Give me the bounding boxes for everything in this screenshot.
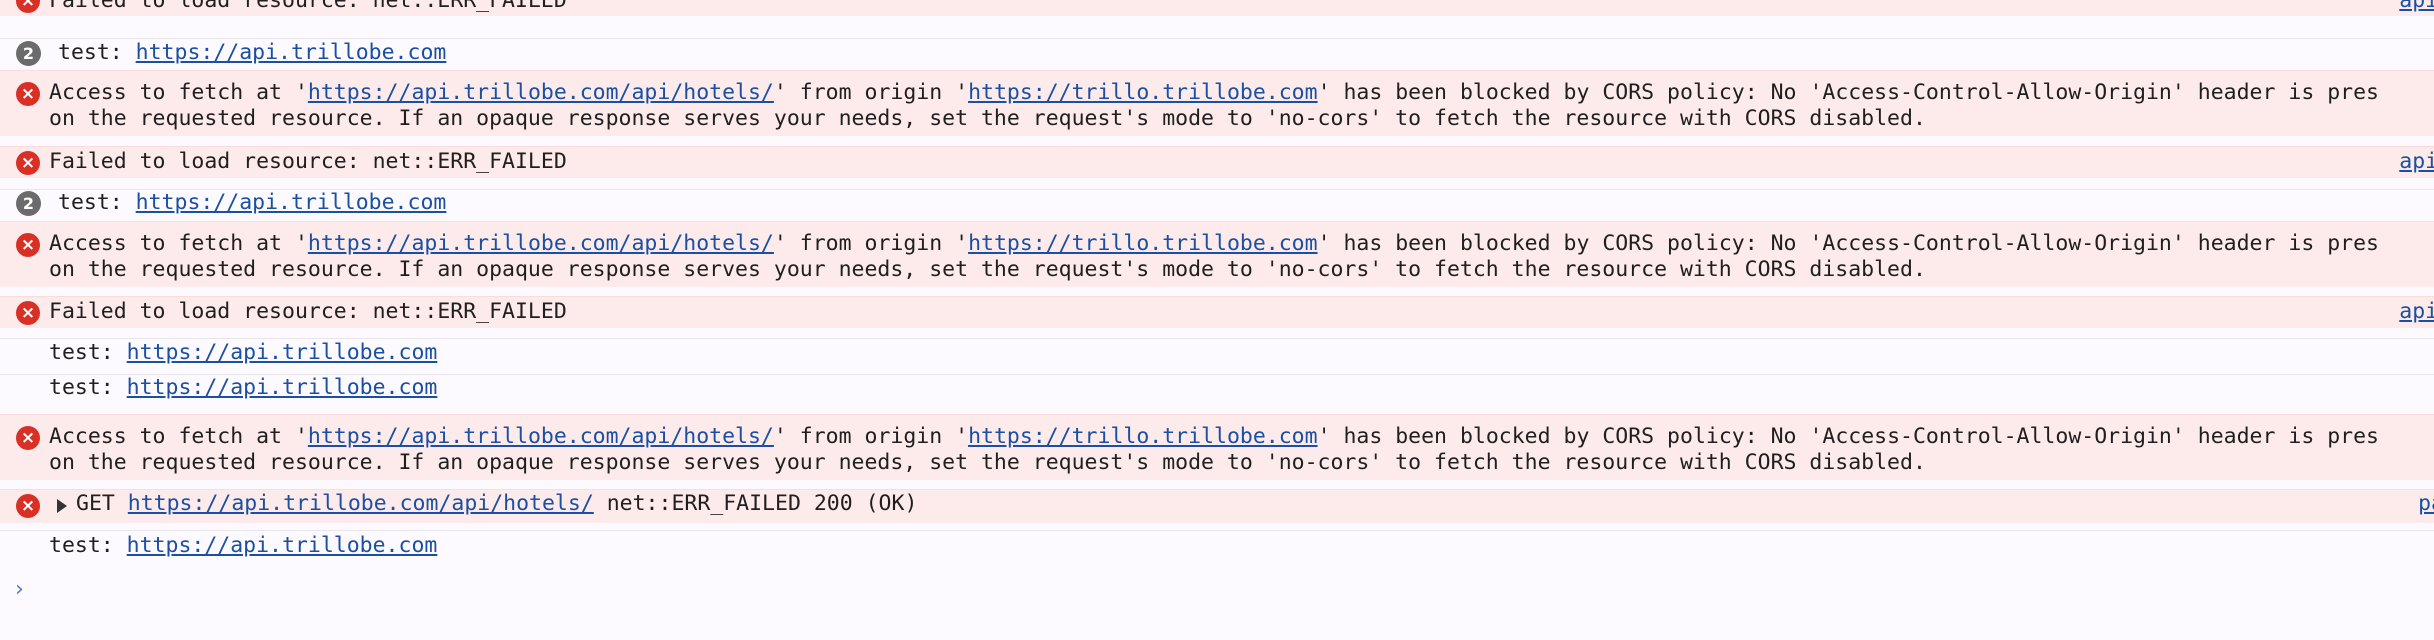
- cors-text: ' has been blocked by CORS policy: No 'A…: [1317, 424, 2379, 449]
- cors-error-line-1: Access to fetch at 'https://api.trillobe…: [49, 80, 2379, 106]
- fetch-url-link[interactable]: https://api.trillobe.com/api/hotels/: [308, 231, 774, 256]
- error-icon: ×: [16, 151, 40, 175]
- console-log-message[interactable]: 2 test: https://api.trillobe.com: [0, 189, 2434, 217]
- fetch-url-link[interactable]: https://api.trillobe.com/api/hotels/: [308, 80, 774, 105]
- cors-text: ' from origin ': [773, 424, 969, 449]
- request-status: net::ERR_FAILED 200 (OK): [593, 491, 918, 516]
- error-icon: ×: [16, 233, 40, 257]
- console-log-message[interactable]: test: https://api.trillobe.com: [0, 530, 2434, 566]
- cors-error-line-2: on the requested resource. If an opaque …: [49, 106, 1926, 131]
- console-message-text: test: https://api.trillobe.com: [49, 340, 437, 366]
- console-source-link[interactable]: api.t: [2399, 0, 2434, 14]
- console-prompt-chevron-icon[interactable]: ›: [15, 578, 24, 602]
- log-url-link[interactable]: https://api.trillobe.com: [127, 375, 438, 400]
- log-prefix: test:: [49, 533, 127, 558]
- cors-error-line-1: Access to fetch at 'https://api.trillobe…: [49, 424, 2379, 450]
- log-prefix: test:: [49, 375, 127, 400]
- cors-text: ' has been blocked by CORS policy: No 'A…: [1317, 231, 2379, 256]
- console-log-message[interactable]: test: https://api.trillobe.com: [0, 338, 2434, 373]
- console-log-message[interactable]: 2 test: https://api.trillobe.com: [0, 38, 2434, 66]
- console-message-text: test: https://api.trillobe.com: [58, 190, 446, 216]
- console-network-error[interactable]: × GET https://api.trillobe.com/api/hotel…: [0, 489, 2434, 523]
- console-message-text: test: https://api.trillobe.com: [49, 375, 437, 401]
- cors-text: ' from origin ': [773, 231, 969, 256]
- console-message-text: Failed to load resource: net::ERR_FAILED: [49, 0, 567, 13]
- console-source-link[interactable]: pa: [2418, 491, 2434, 517]
- repeat-count-badge: 2: [16, 191, 41, 216]
- log-url-link[interactable]: https://api.trillobe.com: [136, 190, 447, 215]
- error-icon: ×: [16, 0, 40, 13]
- console-source-link[interactable]: api.t: [2399, 299, 2434, 325]
- expand-triangle-icon[interactable]: [57, 499, 67, 513]
- console-log-message[interactable]: test: https://api.trillobe.com: [0, 374, 2434, 410]
- console-message-text: Failed to load resource: net::ERR_FAILED: [49, 149, 567, 174]
- console-source-link[interactable]: api.t: [2399, 149, 2434, 175]
- console-error-message[interactable]: × Access to fetch at 'https://api.trillo…: [0, 70, 2434, 136]
- cors-error-line-2: on the requested resource. If an opaque …: [49, 450, 1926, 475]
- request-url-link[interactable]: https://api.trillobe.com/api/hotels/: [128, 491, 594, 516]
- console-message-text: Failed to load resource: net::ERR_FAILED: [49, 299, 567, 324]
- network-request-text: GET https://api.trillobe.com/api/hotels/…: [76, 491, 917, 517]
- log-url-link[interactable]: https://api.trillobe.com: [127, 340, 438, 365]
- log-prefix: test:: [58, 190, 136, 215]
- console-error-message[interactable]: × Failed to load resource: net::ERR_FAIL…: [0, 0, 2434, 16]
- log-prefix: test:: [49, 340, 127, 365]
- log-url-link[interactable]: https://api.trillobe.com: [127, 533, 438, 558]
- console-message-text: test: https://api.trillobe.com: [58, 40, 446, 66]
- repeat-count-badge: 2: [16, 41, 41, 66]
- devtools-console: × Failed to load resource: net::ERR_FAIL…: [0, 0, 2434, 640]
- cors-text: Access to fetch at ': [49, 231, 308, 256]
- console-message-text: test: https://api.trillobe.com: [49, 533, 437, 559]
- error-icon: ×: [16, 82, 40, 106]
- log-prefix: test:: [58, 40, 136, 65]
- error-icon: ×: [16, 301, 40, 325]
- origin-url-link[interactable]: https://trillo.trillobe.com: [968, 231, 1318, 256]
- cors-text: Access to fetch at ': [49, 80, 308, 105]
- console-error-message[interactable]: × Failed to load resource: net::ERR_FAIL…: [0, 296, 2434, 328]
- cors-text: ' from origin ': [773, 80, 969, 105]
- console-error-message[interactable]: × Access to fetch at 'https://api.trillo…: [0, 414, 2434, 480]
- origin-url-link[interactable]: https://trillo.trillobe.com: [968, 424, 1318, 449]
- console-error-message[interactable]: × Failed to load resource: net::ERR_FAIL…: [0, 146, 2434, 178]
- log-url-link[interactable]: https://api.trillobe.com: [136, 40, 447, 65]
- fetch-url-link[interactable]: https://api.trillobe.com/api/hotels/: [308, 424, 774, 449]
- cors-error-line-1: Access to fetch at 'https://api.trillobe…: [49, 231, 2379, 257]
- http-method: GET: [76, 491, 128, 516]
- origin-url-link[interactable]: https://trillo.trillobe.com: [968, 80, 1318, 105]
- console-error-message[interactable]: × Access to fetch at 'https://api.trillo…: [0, 221, 2434, 287]
- cors-text: ' has been blocked by CORS policy: No 'A…: [1317, 80, 2379, 105]
- cors-text: Access to fetch at ': [49, 424, 308, 449]
- error-icon: ×: [16, 494, 40, 518]
- cors-error-line-2: on the requested resource. If an opaque …: [49, 257, 1926, 282]
- error-icon: ×: [16, 426, 40, 450]
